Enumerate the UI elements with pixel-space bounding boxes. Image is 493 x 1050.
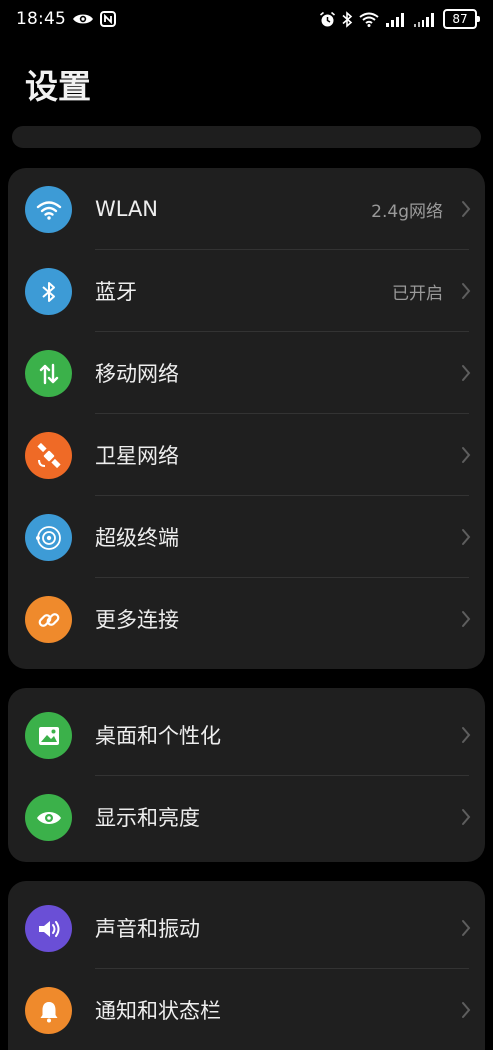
search-input[interactable]: [12, 126, 481, 148]
settings-item-label: 声音和振动: [95, 917, 200, 941]
settings-item-label: 蓝牙: [95, 280, 137, 304]
settings-item-label: WLAN: [95, 197, 159, 221]
settings-item-satellite-network[interactable]: 卫星网络: [8, 414, 485, 496]
settings-item-label: 卫星网络: [95, 444, 179, 468]
eye-icon: [72, 12, 94, 26]
settings-item-label: 更多连接: [95, 608, 179, 632]
settings-item-label: 桌面和个性化: [95, 724, 221, 748]
super-device-icon: [25, 514, 72, 561]
mobile-data-icon: [25, 350, 72, 397]
chevron-right-icon: [461, 969, 471, 1050]
settings-item-label: 超级终端: [95, 526, 179, 550]
settings-item-home-screen-style[interactable]: 桌面和个性化: [8, 694, 485, 776]
chevron-right-icon: [461, 694, 471, 776]
status-bar: 18:45 87: [0, 0, 493, 38]
settings-item-sound-vibration[interactable]: 声音和振动: [8, 887, 485, 969]
signal-icon: [413, 12, 437, 27]
settings-item-value: 2.4g网络: [371, 201, 443, 222]
settings-item-wlan[interactable]: WLAN 2.4g网络: [8, 168, 485, 250]
wifi-icon: [359, 12, 379, 27]
settings-item-label: 通知和状态栏: [95, 999, 221, 1023]
wifi-icon: [25, 186, 72, 233]
satellite-icon: [25, 432, 72, 479]
settings-card-connectivity: WLAN 2.4g网络 蓝牙 已开启 移动网络 卫星网络 超级终端 更多连接: [8, 168, 485, 669]
settings-card-display: 桌面和个性化 显示和亮度: [8, 688, 485, 862]
nfc-icon: [100, 11, 116, 27]
settings-item-notifications-status-bar[interactable]: 通知和状态栏: [8, 969, 485, 1050]
link-icon: [25, 596, 72, 643]
settings-card-sound: 声音和振动 通知和状态栏: [8, 881, 485, 1050]
settings-item-value: 已开启: [392, 283, 443, 304]
settings-item-super-device[interactable]: 超级终端: [8, 496, 485, 578]
chevron-right-icon: [461, 332, 471, 414]
chevron-right-icon: [461, 250, 471, 332]
bell-icon: [25, 987, 72, 1034]
image-icon: [25, 712, 72, 759]
volume-icon: [25, 905, 72, 952]
settings-item-display-brightness[interactable]: 显示和亮度: [8, 776, 485, 858]
chevron-right-icon: [461, 168, 471, 250]
bluetooth-icon: [25, 268, 72, 315]
chevron-right-icon: [461, 496, 471, 578]
bluetooth-icon: [342, 10, 353, 28]
settings-screen: 18:45 87 设置 WLAN 2.4g网络 蓝牙 已开启 移动网络 卫星网络…: [0, 0, 493, 1050]
chevron-right-icon: [461, 414, 471, 496]
signal-icon: [385, 12, 407, 27]
alarm-icon: [319, 11, 336, 28]
settings-item-mobile-network[interactable]: 移动网络: [8, 332, 485, 414]
chevron-right-icon: [461, 578, 471, 660]
eye-icon: [25, 794, 72, 841]
settings-item-label: 显示和亮度: [95, 806, 200, 830]
page-title: 设置: [25, 67, 91, 106]
settings-item-label: 移动网络: [95, 362, 179, 386]
chevron-right-icon: [461, 776, 471, 858]
settings-item-bluetooth[interactable]: 蓝牙 已开启: [8, 250, 485, 332]
chevron-right-icon: [461, 887, 471, 969]
status-time: 18:45: [16, 9, 66, 29]
settings-item-more-connections[interactable]: 更多连接: [8, 578, 485, 660]
battery-indicator: 87: [443, 9, 480, 29]
